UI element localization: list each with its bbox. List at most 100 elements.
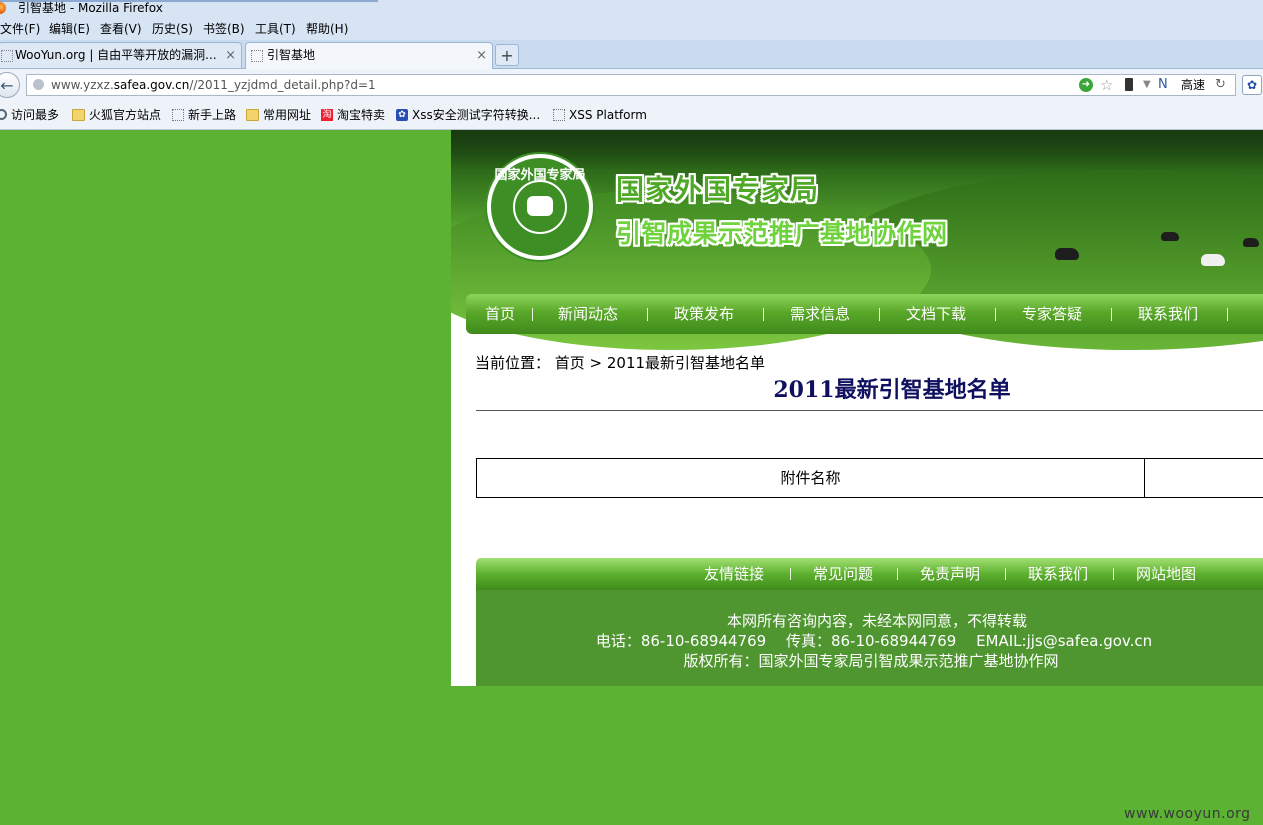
bookmark-most-visited[interactable]: 访问最多 [0, 101, 59, 130]
watermark: www.wooyun.org [1124, 806, 1251, 822]
nav-separator [647, 308, 648, 321]
tab-label: 引智基地 [267, 48, 316, 62]
mobile-icon[interactable] [1125, 78, 1133, 91]
new-tab-button[interactable]: + [495, 44, 519, 66]
yak-image [1243, 238, 1259, 247]
footer-info: 本网所有咨询内容，未经本网同意，不得转载 电话：86-10-68944769 传… [476, 590, 1263, 686]
window-title: 引智基地 - Mozilla Firefox [18, 1, 163, 15]
navigation-bar: ← www.yzxz.safea.gov.cn//2011_yzjdmd_det… [0, 69, 1263, 101]
site-name: 引智成果示范推广基地协作网 [616, 219, 948, 248]
footer-navigation: 友情链接 常见问题 免责声明 联系我们 网站地图 [476, 558, 1263, 590]
tab-bar: WooYun.org | 自由平等开放的漏洞... × 引智基地 × + [0, 40, 1263, 69]
footer-contact[interactable]: 联系我们 [1028, 558, 1088, 590]
bookmark-label: XSS Platform [569, 108, 647, 122]
nav-expert-qa[interactable]: 专家答疑 [1022, 294, 1082, 334]
bookmark-taobao[interactable]: 淘淘宝特卖 [321, 101, 385, 130]
bookmark-label: 淘宝特卖 [337, 108, 386, 122]
page-icon [172, 108, 184, 121]
menu-history[interactable]: 历史(S) [152, 18, 193, 40]
footer-sitemap[interactable]: 网站地图 [1136, 558, 1196, 590]
bookmark-star-icon[interactable]: ☆ [1100, 75, 1113, 95]
menu-file[interactable]: 文件(F) [0, 18, 40, 40]
tab-label: WooYun.org | 自由平等开放的漏洞... [15, 48, 217, 62]
bookmark-label: 常用网址 [263, 108, 312, 122]
nav-policy[interactable]: 政策发布 [674, 294, 734, 334]
organization-name: 国家外国专家局 [616, 173, 820, 206]
footer-disclaimer[interactable]: 免责声明 [920, 558, 980, 590]
breadcrumb: 当前位置： 首页 > 2011最新引智基地名单 [475, 354, 766, 372]
speed-icon: N [1158, 77, 1168, 92]
nav-separator [1227, 308, 1228, 321]
close-icon[interactable]: × [225, 43, 236, 68]
main-navigation: 首页 新闻动态 政策发布 需求信息 文档下载 专家答疑 联系我们 [466, 294, 1263, 334]
url-domain: safea.gov.cn [113, 78, 190, 92]
paw-icon: ✿ [396, 108, 408, 121]
nav-separator [763, 308, 764, 321]
folder-icon [246, 108, 259, 121]
bookmark-xss-platform[interactable]: XSS Platform [553, 101, 647, 130]
reload-icon[interactable]: ↻ [1215, 75, 1226, 95]
yak-image [1055, 248, 1079, 260]
footer-links[interactable]: 友情链接 [704, 558, 764, 590]
bookmark-xss-converter[interactable]: ✿ Xss安全测试字符转换... [396, 101, 540, 130]
back-arrow-icon: ← [0, 76, 14, 95]
footer-separator [790, 568, 791, 580]
footer-separator [1113, 568, 1114, 580]
page-icon [553, 108, 565, 121]
window-titlebar: 引智基地 - Mozilla Firefox [0, 0, 1263, 18]
bookmark-label: 火狐官方站点 [89, 108, 162, 122]
dropdown-arrow-icon[interactable]: ▼ [1143, 75, 1151, 95]
page-icon [1, 50, 13, 62]
bookmark-label: Xss安全测试字符转换... [412, 108, 541, 122]
nav-separator [995, 308, 996, 321]
menu-bookmarks[interactable]: 书签(B) [203, 18, 245, 40]
url-prefix: www.yzxz. [51, 78, 114, 92]
nav-downloads[interactable]: 文档下载 [906, 294, 966, 334]
menu-bar: 文件(F) 编辑(E) 查看(V) 历史(S) 书签(B) 工具(T) 帮助(H… [0, 18, 1263, 40]
menu-view[interactable]: 查看(V) [100, 18, 142, 40]
footer-faq[interactable]: 常见问题 [813, 558, 873, 590]
bookmark-label: 新手上路 [188, 108, 237, 122]
bookmark-getting-started[interactable]: 新手上路 [172, 101, 236, 130]
web-page: 国家外国专家局 国家外国专家局 引智成果示范推广基地协作网 首页 新闻动态 政策… [451, 130, 1263, 686]
globe-icon [33, 79, 44, 90]
page-title: 2011最新引智基地名单 [773, 377, 1011, 403]
nav-separator [879, 308, 880, 321]
bookmark-firefox-official[interactable]: 火狐官方站点 [72, 101, 161, 130]
footer-separator [1005, 568, 1006, 580]
attachment-table: 附件名称 [476, 458, 1263, 498]
attachment-name-header: 附件名称 [477, 459, 1145, 497]
back-button[interactable]: ← [0, 72, 20, 98]
seal-emblem [527, 196, 553, 216]
taobao-icon: 淘 [321, 108, 333, 121]
nav-news[interactable]: 新闻动态 [558, 294, 618, 334]
agency-seal-logo: 国家外国专家局 [487, 154, 593, 260]
yak-image [1161, 232, 1179, 241]
footer-copyright: 版权所有：国家外国专家局引智成果示范推广基地协作网 [683, 652, 1059, 670]
speed-label[interactable]: 高速 [1181, 75, 1205, 95]
footer-copy-notice: 本网所有咨询内容，未经本网同意，不得转载 [726, 612, 1027, 630]
tab-yinzhi[interactable]: 引智基地 × [245, 42, 493, 69]
menu-edit[interactable]: 编辑(E) [49, 18, 90, 40]
close-icon[interactable]: × [476, 43, 487, 68]
firefox-icon [0, 2, 6, 14]
nav-separator [1111, 308, 1112, 321]
nav-home[interactable]: 首页 [485, 294, 515, 334]
extension-paw-icon[interactable]: ✿ [1242, 75, 1262, 95]
nav-contact[interactable]: 联系我们 [1138, 294, 1198, 334]
url-text[interactable]: www.yzxz.safea.gov.cn//2011_yzjdmd_detai… [51, 75, 376, 95]
magnifier-icon [0, 109, 7, 120]
menu-tools[interactable]: 工具(T) [255, 18, 296, 40]
nav-demand[interactable]: 需求信息 [790, 294, 850, 334]
title-divider [476, 410, 1263, 411]
bookmark-common-sites[interactable]: 常用网址 [246, 101, 311, 130]
bookmark-label: 访问最多 [11, 108, 60, 122]
tab-wooyun[interactable]: WooYun.org | 自由平等开放的漏洞... × [0, 42, 242, 68]
nav-separator [532, 308, 533, 321]
footer-contact-info: 电话：86-10-68944769 传真：86-10-68944769 EMAI… [595, 632, 1153, 650]
url-path: //2011_yzjdmd_detail.php?d=1 [189, 78, 376, 92]
menu-help[interactable]: 帮助(H) [306, 18, 348, 40]
site-banner: 国家外国专家局 国家外国专家局 引智成果示范推广基地协作网 [451, 130, 1263, 350]
go-arrow-icon[interactable]: ➜ [1079, 78, 1093, 92]
url-bar[interactable]: www.yzxz.safea.gov.cn//2011_yzjdmd_detai… [26, 74, 1236, 96]
